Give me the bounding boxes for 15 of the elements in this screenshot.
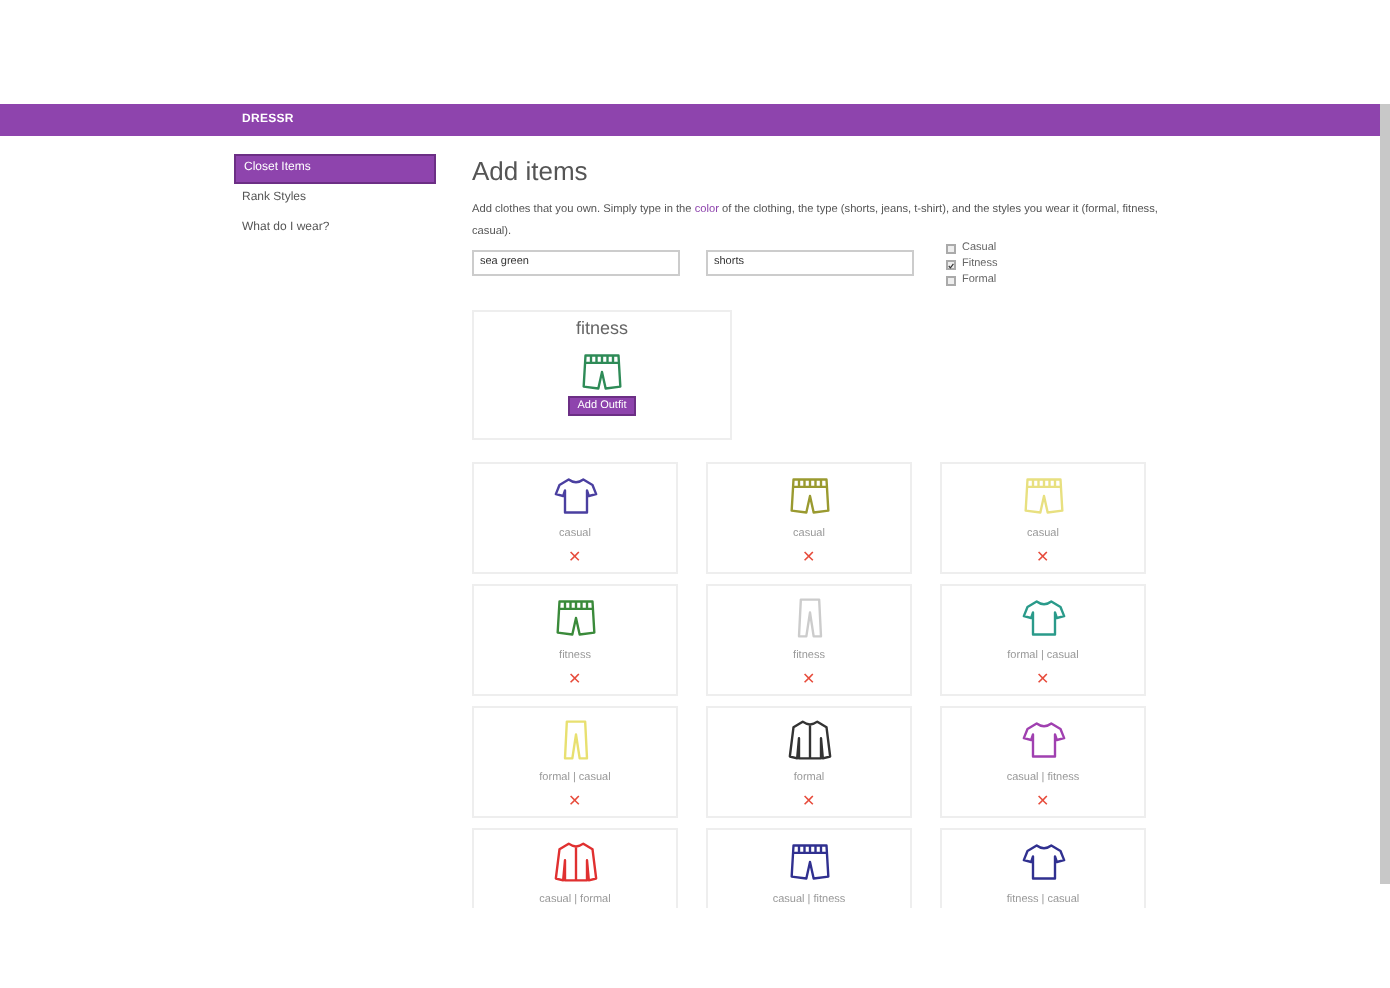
remove-button[interactable]: ✕ bbox=[1036, 671, 1050, 688]
remove-button[interactable]: ✕ bbox=[568, 793, 582, 810]
remove-button[interactable]: ✕ bbox=[802, 793, 816, 810]
style-checkbox[interactable] bbox=[946, 244, 956, 254]
style-checkbox[interactable] bbox=[946, 276, 956, 286]
page-heading: Add items bbox=[472, 154, 590, 190]
style-checkbox[interactable] bbox=[946, 260, 956, 270]
preview-styles: fitness bbox=[575, 315, 628, 341]
remove-button[interactable]: ✕ bbox=[802, 671, 816, 688]
remove-button[interactable]: ✕ bbox=[802, 549, 816, 566]
scrollbar[interactable] bbox=[1380, 104, 1390, 884]
remove-button[interactable]: ✕ bbox=[1036, 793, 1050, 810]
remove-button[interactable]: ✕ bbox=[568, 549, 582, 566]
remove-button[interactable]: ✕ bbox=[568, 671, 582, 688]
remove-button[interactable]: ✕ bbox=[1036, 549, 1050, 566]
